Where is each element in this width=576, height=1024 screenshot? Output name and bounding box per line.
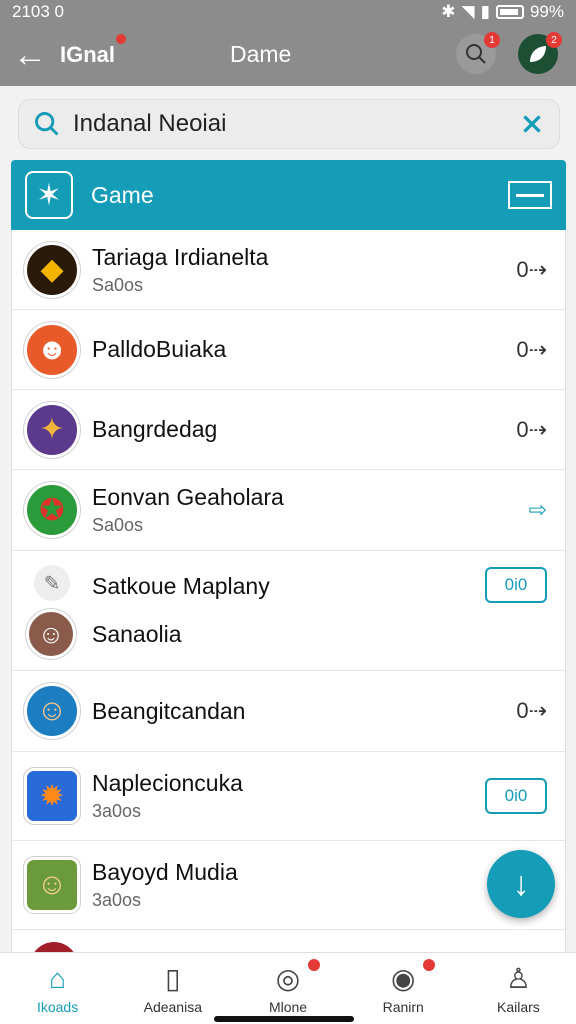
list-item-text: Eonvan Geaholara Sa0os — [92, 484, 565, 536]
list-item-partial — [12, 930, 565, 952]
game-title: PalldoBuiaka — [92, 336, 227, 362]
game-subtitle: Sa0os — [92, 515, 144, 535]
pencil-icon: ✎ — [34, 565, 70, 601]
open-arrow-icon[interactable]: 0⇢ — [516, 337, 547, 363]
status-icons: ✱ ◥ ▮ 99% — [441, 2, 564, 22]
list-item[interactable]: ◆ Tariaga Irdianelta Sa0os 0⇢ — [12, 230, 565, 310]
play-button[interactable]: 0i0 — [485, 778, 547, 814]
bottom-navigation: ⌂ Ikoads ▯ Adeanisa ◎ Mlone ◉ Ranirn ♙ K… — [0, 952, 576, 1024]
list-item-text: PalldoBuiaka — [92, 336, 565, 363]
notification-dot — [422, 959, 435, 971]
page-title: Dame — [230, 41, 292, 67]
open-arrow-icon[interactable]: 0⇢ — [516, 698, 547, 724]
profile-button[interactable]: 2 — [518, 32, 562, 74]
status-bar: 2103 0 ✱ ◥ ▮ 99% — [0, 0, 576, 24]
game-title: Bangrdedag — [92, 416, 218, 442]
brand-label: IGnal — [60, 34, 180, 68]
list-item[interactable]: ✹ Naplecioncuka 3a0os 0i0 — [12, 752, 565, 841]
list-icon — [516, 193, 544, 197]
game-title: Eonvan Geaholara — [92, 484, 284, 510]
list-item-text: Beangitcandan — [92, 698, 565, 725]
game-title: Tariaga Irdianelta — [92, 243, 269, 270]
nav-label: Kailars — [497, 998, 540, 1015]
list-item-text: Bangrdedag — [92, 416, 565, 443]
book-icon: ▯ — [165, 963, 181, 994]
nav-label: Adeanisa — [143, 998, 202, 1015]
search-input[interactable]: Indanal Neoiai — [73, 110, 519, 138]
back-arrow-icon[interactable]: ← — [0, 24, 60, 86]
game-subtitle: Sa0os — [92, 274, 144, 295]
app-bar: ← IGnal Dame 1 2 — [0, 24, 576, 86]
search-button[interactable]: 1 — [456, 32, 500, 74]
search-field[interactable]: Indanal Neoiai — [18, 99, 560, 149]
game-title: Beangitcandan — [92, 697, 246, 724]
list-item[interactable]: ✪ Eonvan Geaholara Sa0os ⇨ — [12, 470, 565, 551]
status-time: 2103 0 — [12, 2, 64, 21]
list-item[interactable]: ✦ Bangrdedag 0⇢ — [12, 390, 565, 470]
list-item[interactable]: ☻ PalldoBuiaka 0⇢ — [12, 310, 565, 390]
open-arrow-icon[interactable]: 0⇢ — [516, 417, 547, 443]
list-item-group: ✎ Satkoue Maplany 0i0 ☺ Sanaolia — [12, 551, 565, 671]
notification-dot — [307, 959, 320, 971]
nav-item-library[interactable]: ▯ Adeanisa — [115, 953, 230, 1024]
battery-level: 99% — [529, 2, 564, 21]
list-item[interactable]: ☺ Bayoyd Mudia 3a0os — [12, 841, 565, 930]
search-icon — [35, 112, 59, 136]
play-button[interactable]: 0i0 — [485, 567, 547, 603]
appbar-actions: 1 2 — [456, 32, 562, 74]
robot-face-icon: ☻ — [24, 321, 80, 378]
hero-face-icon: ☺ — [24, 683, 80, 739]
game-list: ◆ Tariaga Irdianelta Sa0os 0⇢ ☻ PalldoBu… — [11, 230, 566, 952]
list-item-text: Tariaga Irdianelta Sa0os — [92, 244, 565, 296]
warrior-icon: ☺ — [24, 857, 80, 913]
character-face-icon: ☺ — [26, 609, 76, 659]
game-panel-header: ✶ Game — [11, 160, 566, 230]
list-view-button[interactable] — [508, 181, 552, 209]
game-emblem-icon: ✪ — [24, 482, 80, 538]
open-arrow-icon[interactable]: 0⇢ — [516, 257, 547, 283]
battery-icon — [495, 5, 524, 19]
user-icon: ♙ — [505, 963, 531, 994]
down-arrow-icon: ↓ — [512, 864, 530, 903]
signal-icon: ▮ — [480, 2, 490, 21]
nav-label: Ikoads — [36, 998, 79, 1015]
profile-badge: 2 — [546, 32, 562, 48]
list-item[interactable]: ☺ Beangitcandan 0⇢ — [12, 671, 565, 752]
nav-label: Ranirn — [382, 998, 424, 1015]
nav-item-ranking[interactable]: ◉ Ranirn — [346, 953, 461, 1024]
brand-notification-dot — [116, 34, 126, 44]
download-button[interactable]: ↓ — [487, 850, 555, 918]
fire-icon: ✹ — [24, 768, 80, 824]
game-title[interactable]: Satkoue Maplany — [92, 573, 270, 600]
brand-text: IGnal — [60, 42, 116, 67]
leaf-icon — [530, 46, 546, 62]
target-icon: ◉ — [390, 963, 416, 994]
search-icon — [466, 44, 486, 64]
nav-item-profile[interactable]: ♙ Kailars — [461, 953, 576, 1024]
star-icon[interactable]: ✶ — [25, 171, 73, 219]
search-badge: 1 — [484, 32, 500, 48]
home-icon: ⌂ — [49, 962, 67, 994]
game-logo-icon — [30, 942, 78, 952]
monster-icon: ✦ — [24, 401, 80, 458]
bluetooth-icon: ✱ — [441, 2, 456, 21]
compass-icon: ◎ — [275, 963, 301, 994]
wifi-icon: ◥ — [461, 2, 475, 21]
open-arrow-icon[interactable]: ⇨ — [529, 497, 547, 523]
panel-title: Game — [91, 181, 154, 208]
nav-item-home[interactable]: ⌂ Ikoads — [0, 953, 115, 1024]
nav-label: Mlone — [268, 998, 308, 1015]
game-logo-icon: ◆ — [24, 241, 80, 298]
clear-icon[interactable] — [519, 111, 545, 137]
nav-item-explore[interactable]: ◎ Mlone — [230, 953, 345, 1024]
home-indicator — [214, 1016, 354, 1022]
game-title[interactable]: Sanaolia — [92, 621, 182, 648]
